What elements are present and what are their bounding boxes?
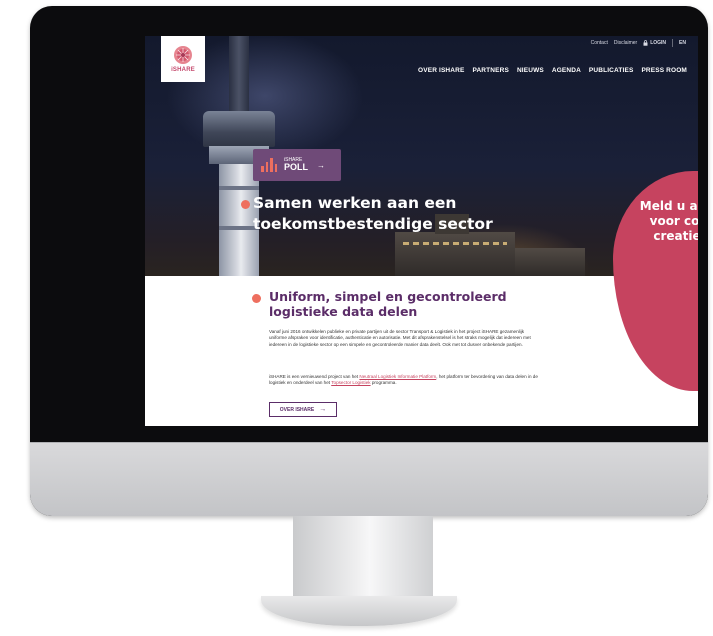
bullet-dot [241,200,250,209]
nav-item-agenda[interactable]: AGENDA [552,67,581,74]
over-ishare-button[interactable]: OVER ISHARE → [269,402,337,417]
main-nav: OVER ISHARE PARTNERS NIEUWS AGENDA PUBLI… [418,67,687,74]
poll-label: iSHARE POLL [284,158,308,172]
nav-item-publicaties[interactable]: PUBLICATIES [589,67,634,74]
control-tower-band [219,186,259,190]
contact-link[interactable]: Contact [591,40,608,46]
login-link[interactable]: LOGIN [643,40,666,46]
divider [672,39,674,47]
button-label: OVER ISHARE [279,406,315,413]
hangar-building [515,248,585,276]
poll-button[interactable]: iSHARE POLL → [253,149,341,181]
paragraph-text: iSHARE is een vernieuwend project van he… [269,374,360,379]
disclaimer-link[interactable]: Disclaimer [614,40,637,46]
language-switch[interactable]: EN [679,40,686,46]
bullet-dot [252,294,261,303]
terminal-building [395,232,515,276]
poll-big-label: POLL [284,162,308,172]
utility-nav: Contact Disclaimer LOGIN EN [591,39,686,47]
nlip-link[interactable]: Neutraal Logistiek Informatie Platform [359,374,436,379]
intro-section: Uniform, simpel en gecontroleerd logisti… [145,276,698,426]
paragraph-text: programma. [370,380,397,386]
product-mockup: iSHARE Contact Disclaimer LOGIN EN OVER … [0,0,713,636]
ishare-logo-icon [174,46,192,64]
nav-item-over-ishare[interactable]: OVER ISHARE [418,67,464,74]
arrow-right-icon: → [317,160,325,170]
terminal-windows [403,242,507,245]
lock-icon [643,40,648,46]
monitor-chin [30,442,708,516]
cocreation-cta-text[interactable]: Meld u aan voor co-creatie [632,199,698,244]
nav-item-partners[interactable]: PARTNERS [472,67,508,74]
monitor-stand-foot [261,596,457,626]
topsector-link[interactable]: Topsector Logistiek [331,380,370,385]
control-tower-cab [203,111,275,147]
hero-title: Samen werken aan een toekomstbestendige … [253,194,493,233]
section-paragraph: Vanaf juni 2016 ontwikkelen publieke en … [269,329,531,347]
poll-bars-icon [261,158,277,172]
login-label: LOGIN [650,40,667,46]
logo-text: iSHARE [171,67,195,73]
nav-item-press-room[interactable]: PRESS ROOM [641,67,687,74]
nav-item-nieuws[interactable]: NIEUWS [517,67,544,74]
section-title: Uniform, simpel en gecontroleerd logisti… [269,289,507,319]
site-logo[interactable]: iSHARE [161,36,205,82]
imac-monitor: iSHARE Contact Disclaimer LOGIN EN OVER … [30,6,708,516]
website-screen: iSHARE Contact Disclaimer LOGIN EN OVER … [145,36,698,426]
section-paragraph-2: iSHARE is een vernieuwend project van he… [269,374,539,387]
arrow-right-icon: → [319,406,327,413]
hero-heading: Samen werken aan een toekomstbestendige … [241,193,553,235]
monitor-stand-neck [293,516,433,600]
